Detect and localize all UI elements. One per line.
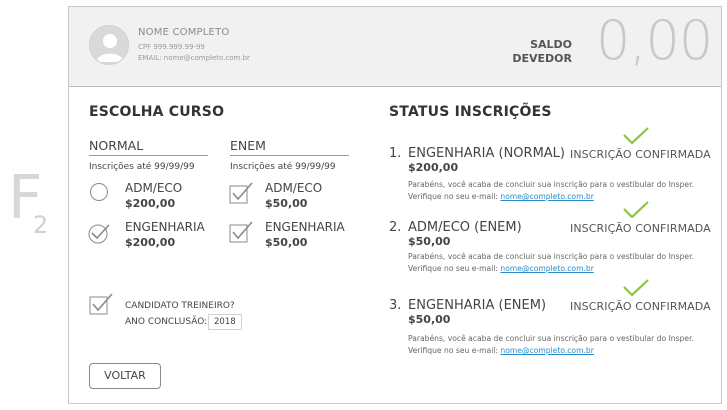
option-price-engenharia-enem: $50,00	[265, 236, 308, 249]
user-email: EMAIL: nome@completo.com.br	[138, 54, 250, 62]
option-name-adm-eco-enem: ADM/ECO	[265, 181, 323, 195]
course-section-title: ESCOLHA CURSO	[89, 104, 225, 120]
status-item-number: 3.	[389, 298, 402, 313]
status-item-message: Parabéns, você acaba de concluir sua ins…	[408, 251, 694, 275]
check-circle-icon	[88, 224, 110, 244]
status-item-price: $50,00	[408, 235, 451, 248]
checkbox-checked-icon	[229, 221, 253, 243]
option-name-engenharia-enem: ENGENHARIA	[265, 220, 345, 234]
year-field[interactable]: 2018	[208, 314, 242, 330]
balance-label-line2: DEVEDOR	[512, 52, 572, 65]
radio-engenharia-normal[interactable]	[88, 222, 112, 248]
year-label: ANO CONCLUSÃO:	[125, 317, 208, 327]
status-message-text: Parabéns, você acaba de concluir sua ins…	[408, 252, 694, 261]
deadline-normal: Inscrições até 99/99/99	[89, 162, 195, 172]
status-message-text: Parabéns, você acaba de concluir sua ins…	[408, 334, 694, 343]
status-email-line: Verifique no seu e-mail: nome@completo.c…	[408, 263, 694, 275]
option-price-engenharia-normal: $200,00	[125, 236, 176, 249]
column-heading-enem: ENEM	[230, 138, 266, 153]
balance-value: 0,00	[596, 9, 713, 72]
status-item-number: 1.	[389, 146, 402, 161]
balance-label-line1: SALDO	[530, 38, 572, 51]
status-email-prefix: Verifique no seu e-mail:	[408, 192, 498, 201]
status-item-name: ENGENHARIA (ENEM)	[408, 298, 547, 313]
status-item-state: INSCRIÇÃO CONFIRMADA	[570, 148, 711, 161]
status-item-name: ENGENHARIA (NORMAL)	[408, 146, 565, 161]
status-item-price: $50,00	[408, 313, 451, 326]
balance-label: SALDO DEVEDOR	[500, 38, 572, 66]
radio-adm-eco-normal[interactable]	[90, 183, 108, 201]
column-heading-normal: NORMAL	[89, 138, 144, 153]
status-email-link[interactable]: nome@completo.com.br	[500, 264, 593, 273]
checkbox-engenharia-enem[interactable]	[229, 220, 255, 248]
user-icon	[96, 34, 124, 62]
status-item-message: Parabéns, você acaba de concluir sua ins…	[408, 333, 694, 357]
option-price-adm-eco-enem: $50,00	[265, 197, 308, 210]
checkbox-adm-eco-enem[interactable]	[229, 181, 255, 209]
status-email-line: Verifique no seu e-mail: nome@completo.c…	[408, 191, 694, 203]
option-name-engenharia-normal: ENGENHARIA	[125, 220, 205, 234]
user-name: NOME COMPLETO	[138, 27, 230, 38]
status-item-number: 2.	[389, 220, 402, 235]
status-email-line: Verifique no seu e-mail: nome@completo.c…	[408, 345, 694, 357]
trainee-label: CANDIDATO TREINEIRO?	[125, 301, 235, 311]
status-section-title: STATUS INSCRIÇÕES	[389, 104, 552, 120]
option-price-adm-eco-normal: $200,00	[125, 197, 176, 210]
status-email-link[interactable]: nome@completo.com.br	[500, 346, 593, 355]
status-email-prefix: Verifique no seu e-mail:	[408, 346, 498, 355]
green-check-icon	[622, 278, 650, 302]
column-divider-normal	[89, 155, 208, 156]
status-item-price: $200,00	[408, 161, 459, 174]
option-name-adm-eco-normal: ADM/ECO	[125, 181, 183, 195]
column-divider-enem	[230, 155, 349, 156]
status-item-message: Parabéns, você acaba de concluir sua ins…	[408, 179, 694, 203]
status-email-prefix: Verifique no seu e-mail:	[408, 264, 498, 273]
checkbox-checked-icon	[229, 182, 253, 204]
checkbox-checked-icon	[89, 293, 113, 315]
status-message-text: Parabéns, você acaba de concluir sua ins…	[408, 180, 694, 189]
status-item-state: INSCRIÇÃO CONFIRMADA	[570, 222, 711, 235]
user-cpf: CPF 999.999.99-99	[138, 43, 205, 51]
green-check-icon	[622, 126, 650, 150]
back-button[interactable]: VOLTAR	[89, 363, 161, 389]
deadline-enem: Inscrições até 99/99/99	[230, 162, 336, 172]
side-mark-subscript: 2	[33, 211, 49, 239]
status-item-state: INSCRIÇÃO CONFIRMADA	[570, 300, 711, 313]
checkbox-trainee[interactable]	[89, 292, 115, 320]
green-check-icon	[622, 200, 650, 224]
status-item-name: ADM/ECO (ENEM)	[408, 220, 522, 235]
status-email-link[interactable]: nome@completo.com.br	[500, 192, 593, 201]
avatar	[89, 25, 129, 65]
